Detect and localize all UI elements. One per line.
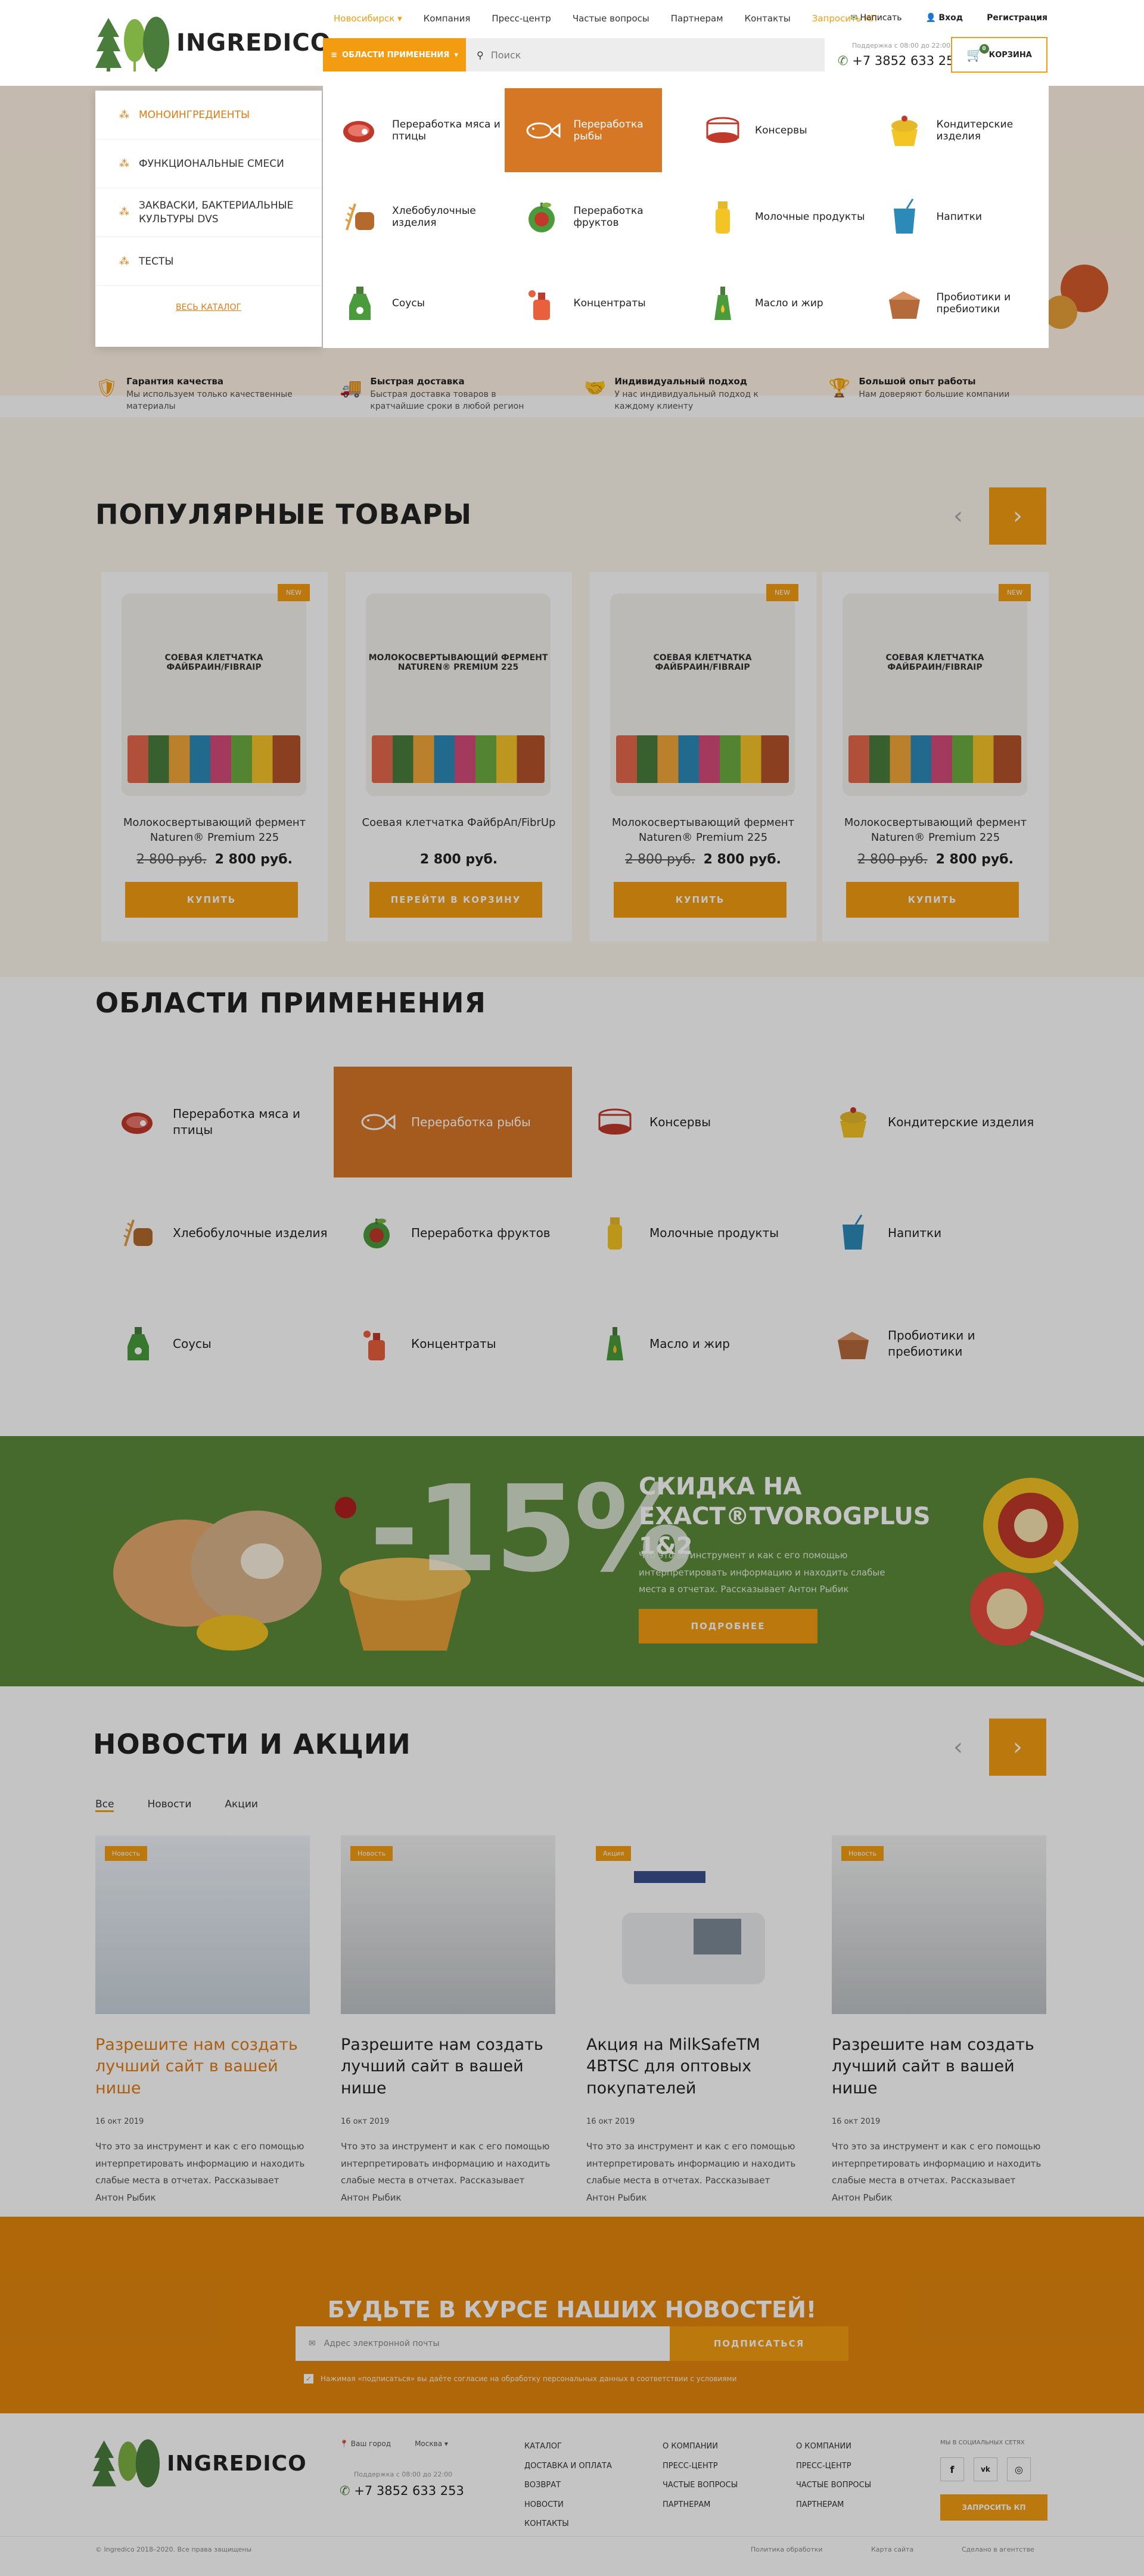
dropdown-drinks[interactable]: Напитки [868, 173, 1049, 260]
nav-press[interactable]: Пресс-центр [492, 13, 551, 24]
nav-contacts[interactable]: Контакты [745, 13, 791, 24]
logo-text: INGREDICO [176, 29, 331, 57]
sauce-icon [349, 287, 371, 321]
all-catalog-link[interactable]: ВЕСЬ КАТАЛОГ [95, 286, 322, 312]
phone-icon: ✆ [838, 54, 848, 68]
header-logo[interactable]: INGREDICO [95, 14, 331, 72]
can-icon [706, 117, 739, 143]
grid-icon: ⁂ [119, 157, 129, 170]
fish-icon [526, 122, 560, 139]
dropdown-concentrates[interactable]: Концентраты [505, 260, 686, 347]
oil-icon [714, 287, 731, 321]
site-header: INGREDICO Новосибирск ▾ Компания Пресс-ц… [0, 0, 1144, 86]
dropdown-fruit[interactable]: Переработка фруктов [505, 173, 686, 260]
mail-icon: ✉ [850, 13, 858, 23]
login-link[interactable]: 👤 Вход [926, 13, 963, 23]
dropdown-probiotics[interactable]: Пробиотики и пребиотики [868, 260, 1049, 347]
dropdown-fish[interactable]: Переработка рыбы [504, 88, 662, 173]
register-link[interactable]: Регистрация [987, 13, 1047, 23]
catalog-menu: ⁂ МОНОИНГРЕДИЕНТЫ ⁂ ФУНКЦИОНАЛЬНЫЕ СМЕСИ ⁂… [95, 91, 322, 347]
grid-icon: ⁂ [119, 108, 129, 121]
dropdown-dairy[interactable]: Молочные продукты [686, 173, 868, 260]
cart-count: 0 [979, 43, 989, 54]
dropdown-canned[interactable]: Консервы [686, 87, 868, 173]
dropdown-bakery[interactable]: Хлебобулочные изделия [323, 173, 505, 260]
catalog-button[interactable]: ≡ ОБЛАСТИ ПРИМЕНЕНИЯ ▾ [323, 38, 466, 72]
menu-item-mono[interactable]: ⁂ МОНОИНГРЕДИЕНТЫ [95, 91, 322, 139]
menu-item-mixes[interactable]: ⁂ ФУНКЦИОНАЛЬНЫЕ СМЕСИ [95, 139, 322, 188]
catalog-search-bar: ≡ ОБЛАСТИ ПРИМЕНЕНИЯ ▾ ⚲ Поиск [323, 38, 825, 72]
grid-icon: ⁂ [119, 206, 129, 219]
apple-icon [528, 202, 555, 232]
nav-faq[interactable]: Частые вопросы [573, 13, 649, 24]
city-selector[interactable]: Новосибирск ▾ [334, 13, 402, 24]
menu-item-cultures[interactable]: ⁂ ЗАКВАСКИ, БАКТЕРИАЛЬНЫЕ КУЛЬТУРЫ DVS [95, 188, 322, 237]
user-icon: 👤 [925, 13, 936, 23]
tree-logo-icon [95, 17, 169, 72]
cart-icon: 🛒 0 [966, 43, 989, 63]
menu-icon: ≡ [331, 50, 338, 60]
menu-item-tests[interactable]: ⁂ ТЕСТЫ [95, 237, 322, 286]
chevron-down-icon: ▾ [454, 50, 458, 60]
applications-dropdown: Переработка мяса и птицы Переработка рыб… [323, 86, 1049, 348]
header-phone[interactable]: ✆ +7 3852 633 253 [838, 54, 962, 68]
cart-label: КОРЗИНА [988, 50, 1032, 60]
drink-icon [893, 198, 915, 234]
nav-company[interactable]: Компания [424, 13, 471, 24]
grid-icon: ⁂ [119, 255, 129, 268]
search-input[interactable]: ⚲ Поиск [466, 38, 825, 72]
dropdown-confectionery[interactable]: Кондитерские изделия [868, 87, 1049, 173]
support-hours: Поддержка с 08:00 до 22:00 [852, 42, 951, 49]
page-overlay-bottom[interactable] [0, 2214, 1144, 2576]
write-link[interactable]: ✉ Написать [850, 13, 901, 23]
meat-icon [343, 120, 374, 142]
dropdown-oil[interactable]: Масло и жир [686, 260, 868, 347]
search-icon: ⚲ [477, 49, 484, 61]
concentrate-icon [528, 290, 550, 321]
cake-icon [891, 115, 918, 146]
page-overlay[interactable] [0, 86, 1144, 2214]
header-right: ✉ Написать 👤 Вход Регистрация [845, 13, 1047, 23]
nav-partners[interactable]: Партнерам [671, 13, 723, 24]
milk-icon [716, 201, 730, 234]
probiotic-icon [888, 291, 920, 319]
cart-button[interactable]: 🛒 0 КОРЗИНА [951, 37, 1047, 73]
top-nav: Новосибирск ▾ Компания Пресс-центр Часты… [334, 13, 877, 24]
bread-icon [345, 203, 374, 231]
dropdown-meat[interactable]: Переработка мяса и птицы [323, 87, 505, 173]
dropdown-sauces[interactable]: Соусы [323, 260, 505, 347]
